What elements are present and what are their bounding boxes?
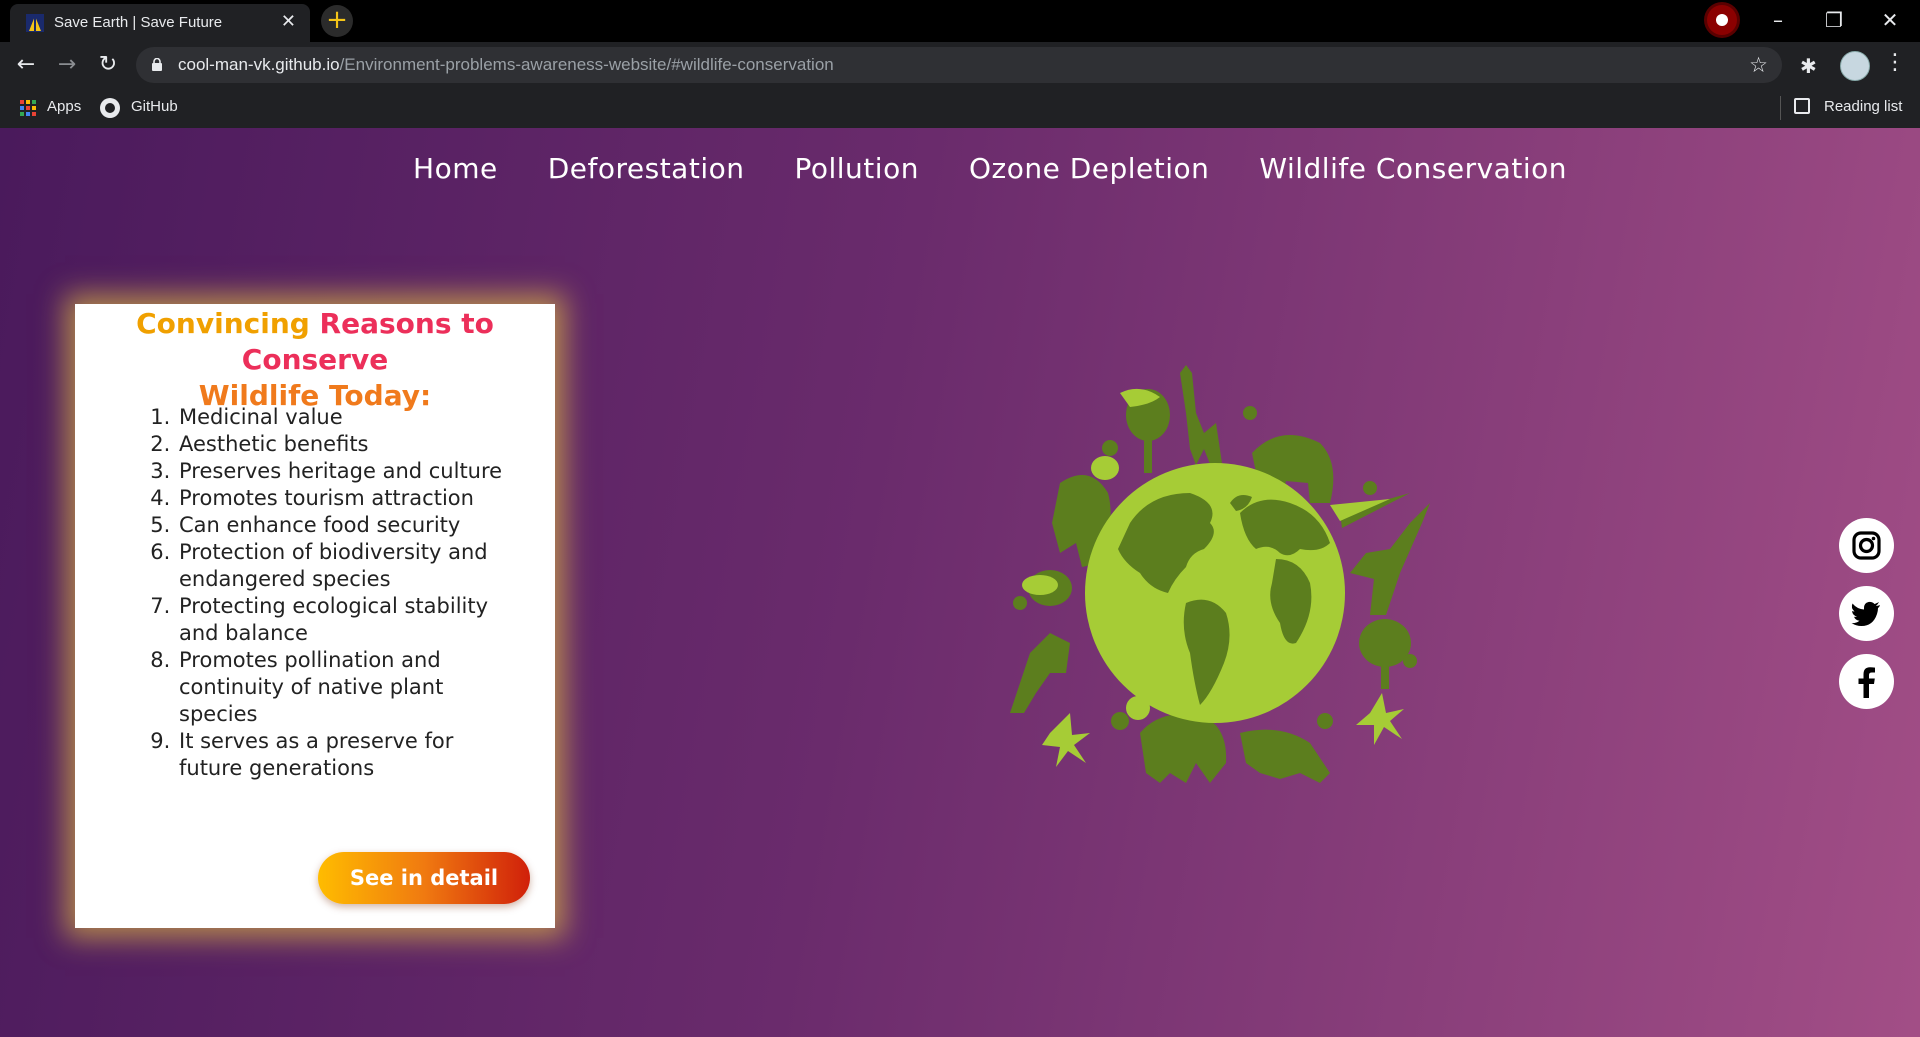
menu-icon[interactable]: ⋮	[1884, 50, 1906, 75]
reasons-card: Convincing Reasons to Conserve Wildlife …	[75, 304, 555, 928]
bookmark-github[interactable]: GitHub	[131, 98, 178, 115]
nav-deforestation[interactable]: Deforestation	[548, 152, 745, 185]
browser-toolbar: ← → ↻ cool-man-vk.github.io/Environment-…	[0, 42, 1920, 88]
instagram-icon	[1852, 531, 1881, 560]
close-window-icon[interactable]: ✕	[1870, 6, 1910, 34]
facebook-button[interactable]	[1839, 654, 1894, 709]
lock-icon	[152, 58, 162, 71]
forward-icon[interactable]: →	[53, 51, 81, 79]
nav-home[interactable]: Home	[413, 152, 498, 185]
twitter-icon	[1851, 601, 1880, 626]
list-item: Protection of biodiversity and endangere…	[177, 539, 507, 593]
url-text: cool-man-vk.github.io/Environment-proble…	[178, 55, 834, 75]
list-item: Promotes tourism attraction	[177, 485, 507, 512]
instagram-button[interactable]	[1839, 518, 1894, 573]
list-item: Protecting ecological stability and bala…	[177, 593, 507, 647]
bookmarks-divider	[1780, 96, 1781, 120]
avatar[interactable]	[1840, 51, 1870, 81]
nav-pollution[interactable]: Pollution	[794, 152, 918, 185]
bookmarks-bar: Apps GitHub Reading list	[0, 88, 1920, 128]
address-bar[interactable]: cool-man-vk.github.io/Environment-proble…	[136, 47, 1782, 83]
extensions-icon[interactable]: ✱	[1800, 54, 1817, 78]
bookmark-apps[interactable]: Apps	[47, 98, 81, 115]
browser-tab-bar: Save Earth | Save Future ✕ + – ❐ ✕	[0, 0, 1920, 42]
minimize-icon[interactable]: –	[1758, 6, 1798, 34]
card-title-part1: Convincing	[136, 307, 320, 340]
page-content: Home Deforestation Pollution Ozone Deple…	[0, 128, 1920, 1037]
reading-list-label[interactable]: Reading list	[1824, 98, 1902, 115]
nav-ozone-depletion[interactable]: Ozone Depletion	[969, 152, 1209, 185]
list-item: Preserves heritage and culture	[177, 458, 507, 485]
bookmark-star-icon[interactable]: ☆	[1749, 53, 1768, 77]
back-icon[interactable]: ←	[12, 51, 40, 79]
list-item: Can enhance food security	[177, 512, 507, 539]
new-tab-button[interactable]: +	[321, 5, 353, 37]
site-favicon-icon	[26, 14, 44, 32]
reload-icon[interactable]: ↻	[94, 51, 122, 79]
card-title: Convincing Reasons to Conserve Wildlife …	[75, 306, 555, 414]
twitter-button[interactable]	[1839, 586, 1894, 641]
facebook-icon	[1858, 667, 1875, 698]
restore-icon[interactable]: ❐	[1814, 6, 1854, 34]
see-in-detail-button[interactable]: See in detail	[318, 852, 530, 904]
wildlife-globe-illustration	[1010, 365, 1430, 783]
main-nav: Home Deforestation Pollution Ozone Deple…	[0, 152, 1920, 185]
list-item: Promotes pollination and continuity of n…	[177, 647, 507, 728]
list-item: It serves as a preserve for future gener…	[177, 728, 507, 782]
url-path: /Environment-problems-awareness-website/…	[339, 55, 834, 74]
tab-close-icon[interactable]: ✕	[281, 12, 296, 32]
url-host: cool-man-vk.github.io	[178, 55, 340, 74]
apps-icon[interactable]	[20, 100, 36, 116]
list-item: Medicinal value	[177, 404, 507, 431]
nav-wildlife-conservation[interactable]: Wildlife Conservation	[1259, 152, 1567, 185]
browser-tab[interactable]: Save Earth | Save Future ✕	[10, 4, 310, 42]
reading-list-icon[interactable]	[1794, 98, 1810, 114]
list-item: Aesthetic benefits	[177, 431, 507, 458]
profile-icon[interactable]	[1707, 5, 1737, 35]
tab-title: Save Earth | Save Future	[54, 14, 223, 31]
reasons-list: Medicinal value Aesthetic benefits Prese…	[151, 404, 507, 782]
github-icon[interactable]	[100, 98, 120, 118]
